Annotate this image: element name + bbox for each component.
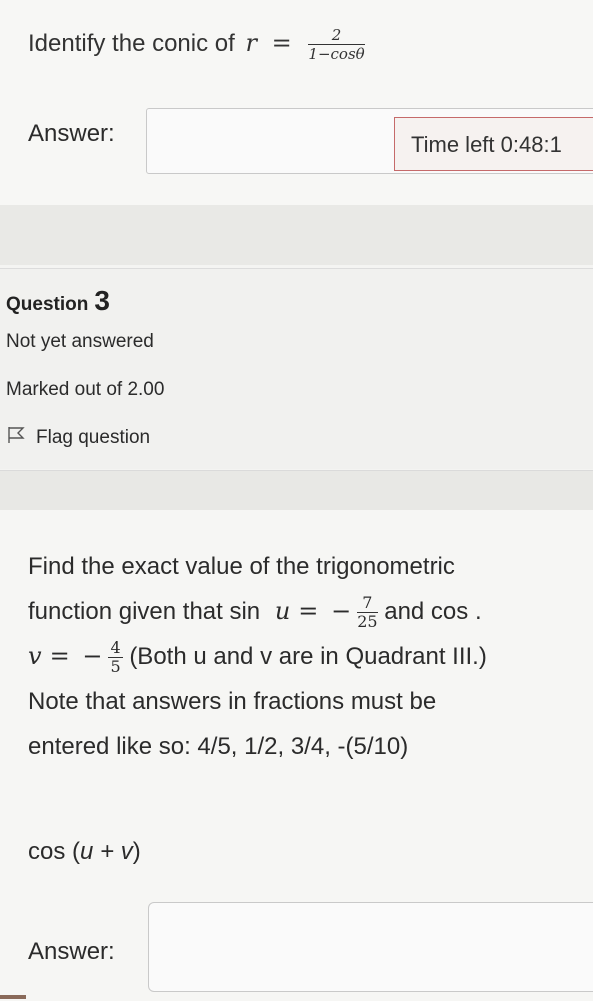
cos-expression: cos (u + v) — [28, 838, 141, 866]
question-info-panel: Question 3 Not yet answered Marked out of… — [0, 268, 593, 469]
answer-label: Answer: — [28, 938, 115, 965]
u-numerator: 7 — [357, 594, 378, 614]
v-denominator: 5 — [110, 657, 121, 677]
question-heading: Question 3 — [6, 285, 110, 317]
question-line-2: function given that sin u = −7 25 and cos … — [28, 589, 588, 634]
question-text: Find the exact value of the trigonometri… — [28, 544, 588, 769]
expression-fn: cos ( — [28, 838, 81, 865]
page-edge-marker — [0, 995, 26, 999]
math-eq-u: = — [298, 597, 319, 625]
question-marks: Marked out of 2.00 — [6, 379, 165, 400]
flag-question-label: Flag question — [36, 427, 151, 448]
math-neg-u: − — [331, 597, 352, 625]
v-numerator: 4 — [108, 638, 123, 659]
expression-arg: u + v — [80, 838, 133, 865]
question-number: 3 — [94, 285, 110, 316]
flag-question-link[interactable]: Flag question — [6, 425, 150, 451]
expression-close: ) — [132, 838, 141, 865]
section-divider — [0, 205, 593, 265]
line2-prefix: function given that sin — [28, 598, 261, 625]
line3-suffix: (Both u and v are in Quadrant III.) — [129, 643, 487, 670]
question-line-4: Note that answers in fractions must be — [28, 688, 437, 715]
timer-value: 0:48:1 — [500, 132, 562, 157]
equals-sign: = — [271, 28, 292, 57]
conic-fraction: 2 1−cosθ — [308, 26, 365, 63]
math-neg-v: − — [82, 642, 103, 670]
question-status: Not yet answered — [6, 331, 154, 352]
fraction-denominator: 1−cosθ — [308, 45, 365, 63]
answer-label-previous: Answer: — [28, 120, 115, 147]
timer-box: Time left 0:48:1 — [394, 117, 593, 171]
previous-question-block: Identify the conic of r = 2 1−cosθ Answe… — [0, 0, 593, 205]
math-var-v: v — [28, 642, 42, 670]
fraction-numerator: 2 — [308, 26, 365, 45]
question-content: Find the exact value of the trigonometri… — [0, 510, 593, 1001]
u-denominator: 25 — [357, 612, 378, 632]
question-line-3: v = −4 5 (Both u and v are in Quadrant III… — [28, 634, 588, 679]
math-eq-v: = — [49, 642, 70, 670]
previous-question-prompt: Identify the conic of — [28, 29, 235, 57]
timer-label: Time left — [411, 132, 495, 157]
fraction-u: 7 25 — [357, 594, 378, 632]
question-line-1: Find the exact value of the trigonometri… — [28, 553, 455, 580]
previous-question-text: Identify the conic of r = 2 1−cosθ — [28, 26, 365, 63]
section-divider-2 — [0, 470, 593, 511]
flag-icon — [6, 425, 26, 451]
question-line-5: entered like so: 4/5, 1/2, 3/4, -(5/10) — [28, 733, 409, 760]
question-label: Question — [6, 294, 89, 315]
answer-input[interactable] — [148, 902, 593, 992]
math-var-u: u — [274, 597, 291, 625]
line2-suffix: and cos . — [384, 598, 482, 625]
variable-r: r — [245, 28, 257, 57]
fraction-v: 45 — [108, 638, 123, 677]
